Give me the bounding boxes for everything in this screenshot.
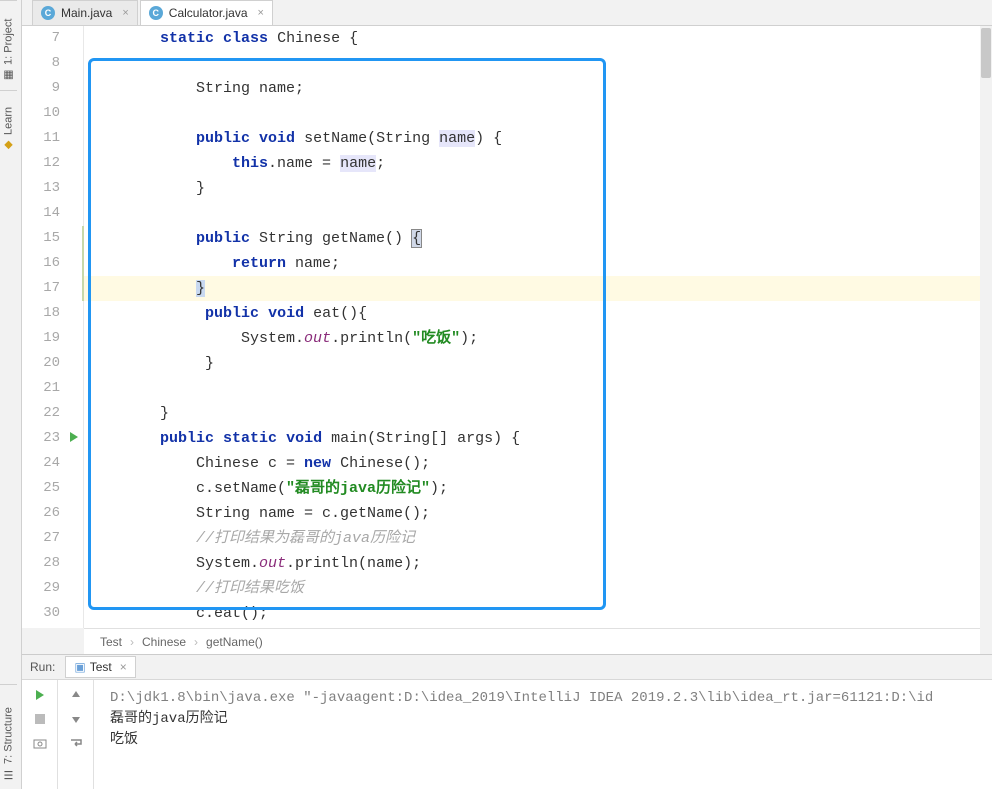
breadcrumb-bar: Test › Chinese › getName() (84, 628, 980, 654)
console-line: 磊哥的java历险记 (110, 709, 976, 730)
code-line[interactable]: System.out.println("吃饭"); (84, 326, 980, 351)
code-line[interactable] (84, 201, 980, 226)
run-toolbar-secondary (58, 680, 94, 789)
line-number: 15 (22, 226, 66, 251)
run-toolbar-primary (22, 680, 58, 789)
folder-icon: ▦ (2, 69, 15, 82)
run-gutter-icon[interactable] (70, 432, 78, 442)
line-number: 22 (22, 401, 66, 426)
tab-label: Calculator.java (169, 6, 248, 20)
code-line[interactable]: public void setName(String name) { (84, 126, 980, 151)
line-number: 20 (22, 351, 66, 376)
line-number: 26 (22, 501, 66, 526)
code-line[interactable]: public void eat(){ (84, 301, 980, 326)
code-line[interactable]: //打印结果为磊哥的java历险记 (84, 526, 980, 551)
code-line[interactable]: System.out.println(name); (84, 551, 980, 576)
code-line[interactable]: c.setName("磊哥的java历险记"); (84, 476, 980, 501)
up-icon[interactable] (69, 688, 83, 702)
breadcrumb-item[interactable]: Test (96, 635, 126, 649)
java-class-icon: C (149, 6, 163, 20)
code-line[interactable]: } (84, 276, 980, 301)
code-line[interactable] (84, 51, 980, 76)
code-line[interactable]: c.eat(); (84, 601, 980, 626)
close-icon[interactable]: × (258, 7, 264, 19)
line-number: 8 (22, 51, 66, 76)
code-line[interactable]: } (84, 176, 980, 201)
tab-calculator[interactable]: C Calculator.java × (140, 0, 273, 25)
line-number: 25 (22, 476, 66, 501)
structure-icon: ☰ (2, 768, 15, 781)
editor-gutter: 7891011121314151617181920212223242526272… (22, 26, 84, 628)
line-number: 29 (22, 576, 66, 601)
code-line[interactable]: public String getName() { (84, 226, 980, 251)
line-number: 14 (22, 201, 66, 226)
breadcrumb-item[interactable]: getName() (202, 635, 267, 649)
editor-tabs: C Main.java × C Calculator.java × (22, 0, 992, 26)
line-number: 9 (22, 76, 66, 101)
run-label: Run: (30, 660, 55, 674)
code-line[interactable]: return name; (84, 251, 980, 276)
code-line[interactable]: Chinese c = new Chinese(); (84, 451, 980, 476)
stop-icon[interactable] (33, 712, 47, 726)
line-number: 17 (22, 276, 66, 301)
close-icon[interactable]: × (122, 7, 128, 19)
line-number: 27 (22, 526, 66, 551)
line-number: 28 (22, 551, 66, 576)
console-line: 吃饭 (110, 730, 976, 751)
console-output[interactable]: D:\jdk1.8\bin\java.exe "-javaagent:D:\id… (94, 680, 992, 789)
java-class-icon: C (41, 6, 55, 20)
line-number: 18 (22, 301, 66, 326)
line-number: 23 (22, 426, 66, 451)
editor-scrollbar[interactable] (980, 26, 992, 628)
chevron-right-icon: › (190, 635, 202, 649)
code-line[interactable]: } (84, 351, 980, 376)
line-number: 24 (22, 451, 66, 476)
line-number: 10 (22, 101, 66, 126)
run-icon[interactable] (33, 688, 47, 702)
code-line[interactable]: } (84, 401, 980, 426)
camera-icon[interactable] (33, 736, 47, 750)
code-line[interactable]: String name = c.getName(); (84, 501, 980, 526)
application-icon: ▣ (74, 660, 85, 674)
code-line[interactable]: String name; (84, 76, 980, 101)
breadcrumb-item[interactable]: Chinese (138, 635, 190, 649)
code-line[interactable]: public static void main(String[] args) { (84, 426, 980, 451)
tool-project[interactable]: ▦ 1: Project (0, 0, 17, 90)
code-line[interactable]: this.name = name; (84, 151, 980, 176)
code-editor[interactable]: static class Chinese { String name; publ… (84, 26, 980, 628)
run-config-tab[interactable]: ▣ Test × (65, 656, 135, 678)
line-number: 16 (22, 251, 66, 276)
run-panel: Run: ▣ Test × D:\jdk1.8\bin\java.exe "-j… (22, 654, 992, 789)
line-number: 11 (22, 126, 66, 151)
line-number: 7 (22, 26, 66, 51)
tool-learn[interactable]: ◆ Learn (0, 90, 17, 160)
scroll-thumb[interactable] (981, 28, 991, 78)
down-icon[interactable] (69, 712, 83, 726)
tool-label: Learn (3, 107, 15, 135)
code-line[interactable] (84, 376, 980, 401)
left-tool-rail: ▦ 1: Project ◆ Learn ☰ 7: Structure (0, 0, 22, 789)
run-config-name: Test (90, 660, 112, 674)
learn-icon: ◆ (2, 139, 15, 152)
code-line[interactable] (84, 101, 980, 126)
tool-label: 7: Structure (3, 707, 15, 764)
line-number: 21 (22, 376, 66, 401)
line-number: 13 (22, 176, 66, 201)
line-number: 30 (22, 601, 66, 626)
soft-wrap-icon[interactable] (69, 736, 83, 750)
code-line[interactable]: static class Chinese { (84, 26, 980, 51)
tab-main[interactable]: C Main.java × (32, 0, 138, 25)
console-line-cmd: D:\jdk1.8\bin\java.exe "-javaagent:D:\id… (110, 688, 976, 709)
code-line[interactable]: //打印结果吃饭 (84, 576, 980, 601)
close-icon[interactable]: × (120, 660, 127, 674)
tool-label: 1: Project (3, 19, 15, 65)
tab-label: Main.java (61, 6, 112, 20)
tool-structure[interactable]: ☰ 7: Structure (0, 684, 17, 789)
chevron-right-icon: › (126, 635, 138, 649)
run-header: Run: ▣ Test × (22, 655, 992, 680)
line-number: 19 (22, 326, 66, 351)
line-number: 12 (22, 151, 66, 176)
